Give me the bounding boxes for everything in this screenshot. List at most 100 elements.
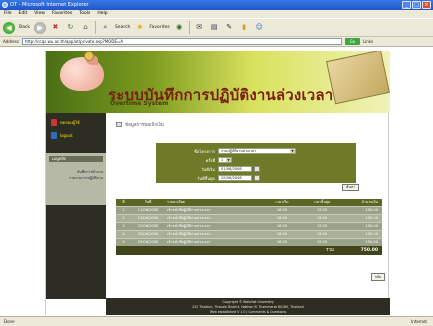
logout-icon <box>51 132 57 139</box>
col-date: วันที่ <box>144 200 152 204</box>
site-banner: ระบบบันทึกการปฏิบัติงานล่วงเวลา Overtime… <box>46 51 390 113</box>
main-menu-header: เมนูหลัก <box>49 156 103 162</box>
cell-detail: เจ้าหน้าที่ปฏิบัติงานล่วงเวลา <box>167 232 211 236</box>
col-amount: จำนวนเงิน <box>361 200 379 204</box>
back-button[interactable]: กลับ <box>371 273 385 281</box>
overtime-table: ที่ วันที่ รายละเอียด เวลาเริ่ม เวลาสิ้น… <box>116 199 382 255</box>
favorites-label[interactable]: Favorites <box>149 25 169 30</box>
cell-no: 2 <box>122 216 125 220</box>
links-label[interactable]: Links <box>363 39 373 44</box>
table-total-row: รวม 750.00 <box>116 246 382 255</box>
logout-label[interactable]: logout <box>60 133 73 138</box>
close-button[interactable]: × <box>422 1 431 9</box>
start-date-row: วันที่เริ่ม 01/06/2008 <box>158 165 354 173</box>
address-input[interactable]: http://ccqs.wu.ac.th/app/ot/private.asp?… <box>21 38 342 45</box>
document-icon <box>116 122 122 127</box>
favorites-star-icon[interactable]: ★ <box>134 22 145 33</box>
refresh-icon[interactable]: ↻ <box>65 22 76 33</box>
media-icon[interactable]: ◉ <box>174 22 185 33</box>
main-menu: เมนูหลัก บันทึกการทำงาน รายงานการปฏิบัติ… <box>46 153 106 205</box>
folder-icon[interactable]: ▮ <box>239 22 250 33</box>
user-icon <box>51 119 57 126</box>
table-header: ที่ วันที่ รายละเอียด เวลาเริ่ม เวลาสิ้น… <box>116 199 382 206</box>
cell-detail: เจ้าหน้าที่ปฏิบัติงานล่วงเวลา <box>167 208 211 212</box>
footer-links[interactable]: Web established V 1.0 | Comments & Quest… <box>106 310 390 315</box>
cell-amount: 150.00 <box>365 208 378 212</box>
start-date-label: วันที่เริ่ม <box>201 166 215 172</box>
chevron-down-icon[interactable]: ▼ <box>226 158 231 162</box>
menu-edit[interactable]: Edit <box>19 10 28 18</box>
cell-start: 16.00 <box>276 216 288 220</box>
messenger-icon[interactable]: ☺ <box>254 22 265 33</box>
mail-icon[interactable]: ✉ <box>194 22 205 33</box>
window-title: OT - Microsoft Internet Explorer <box>10 2 89 8</box>
table-row: 4 25/06/2008 เจ้าหน้าที่ปฏิบัติงานล่วงเว… <box>116 230 382 238</box>
calendar-icon[interactable] <box>254 166 260 172</box>
cell-detail: เจ้าหน้าที่ปฏิบัติงานล่วงเวลา <box>167 224 211 228</box>
go-button[interactable]: Go <box>344 38 360 45</box>
maximize-button[interactable]: □ <box>412 1 421 9</box>
round-row: ครั้งที่ 1 ▼ <box>158 156 354 164</box>
col-detail: รายละเอียด <box>167 200 186 204</box>
cell-amount: 150.00 <box>365 232 378 236</box>
project-label: ชื่อโครงการ <box>194 148 215 154</box>
round-label: ครั้งที่ <box>205 157 215 163</box>
menu-tools[interactable]: Tools <box>79 10 90 18</box>
window-titlebar: OT - Microsoft Internet Explorer _ □ × <box>0 0 433 10</box>
cell-date: 11/06/2008 <box>137 208 159 212</box>
project-value: งานปฏิบัติงานล่วงเวลา <box>221 149 257 153</box>
cell-end: 19.00 <box>316 208 328 212</box>
search-button[interactable]: ค้นหา <box>342 184 359 191</box>
cell-end: 19.00 <box>316 216 328 220</box>
end-date-label: วันที่สิ้นสุด <box>197 175 215 181</box>
cell-amount: 150.00 <box>365 240 378 244</box>
menu-file[interactable]: File <box>4 10 12 18</box>
cell-date: 22/06/2008 <box>137 224 159 228</box>
cell-no: 1 <box>122 208 125 212</box>
end-date-input[interactable]: 29/06/2008 <box>218 175 252 181</box>
forward-arrow-icon[interactable]: ▶ <box>33 21 46 34</box>
page-heading: ข้อมูลการขอเบิกเงิน <box>116 121 164 128</box>
browser-toolbar: ◀ Back ▶ ✖ ↻ ⌂ ⌕ Search ★ Favorites ◉ ✉ … <box>0 18 433 37</box>
cell-no: 4 <box>122 232 125 236</box>
menu-favorites[interactable]: Favorites <box>52 10 72 18</box>
toolbar-separator <box>188 21 190 34</box>
start-date-input[interactable]: 01/06/2008 <box>218 166 252 172</box>
end-date-row: วันที่สิ้นสุด 29/06/2008 <box>158 174 354 182</box>
stop-icon[interactable]: ✖ <box>50 22 61 33</box>
round-select[interactable]: 1 ▼ <box>218 157 232 163</box>
coin-image <box>84 51 94 61</box>
web-page: ระบบบันทึกการปฏิบัติงานล่วงเวลา Overtime… <box>45 51 390 315</box>
round-value: 1 <box>221 158 224 162</box>
print-icon[interactable]: ▤ <box>209 22 220 33</box>
address-label: Address <box>3 39 19 44</box>
project-select[interactable]: งานปฏิบัติงานล่วงเวลา ▼ <box>218 148 296 154</box>
calendar-icon[interactable] <box>254 175 260 181</box>
left-sidebar: ทดสอบผู้ใช้ logout เมนูหลัก บันทึกการทำง… <box>46 113 106 299</box>
cell-end: 19.00 <box>316 232 328 236</box>
search-label[interactable]: Search <box>115 25 130 30</box>
search-icon[interactable]: ⌕ <box>100 22 111 33</box>
page-heading-text: ข้อมูลการขอเบิกเงิน <box>125 123 164 128</box>
logout-link[interactable]: logout <box>51 132 73 139</box>
home-icon[interactable]: ⌂ <box>80 22 91 33</box>
cell-no: 3 <box>122 224 125 228</box>
cell-no: 5 <box>122 240 125 244</box>
table-row: 5 29/06/2008 เจ้าหน้าที่ปฏิบัติงานล่วงเว… <box>116 238 382 246</box>
user-profile-link[interactable]: ทดสอบผู้ใช้ <box>51 119 80 126</box>
menu-bar: File Edit View Favorites Tools Help <box>0 10 433 18</box>
cell-date: 15/06/2008 <box>137 216 159 220</box>
cell-detail: เจ้าหน้าที่ปฏิบัติงานล่วงเวลา <box>167 216 211 220</box>
back-arrow-icon[interactable]: ◀ <box>3 21 15 34</box>
user-name[interactable]: ทดสอบผู้ใช้ <box>60 119 80 126</box>
window-controls: _ □ × <box>402 1 431 9</box>
cell-amount: 150.00 <box>365 224 378 228</box>
total-value: 750.00 <box>360 248 378 253</box>
menu-item-report[interactable]: รายงานการปฏิบัติงาน <box>69 175 103 181</box>
back-label[interactable]: Back <box>19 25 30 30</box>
minimize-button[interactable]: _ <box>402 1 411 9</box>
chevron-down-icon[interactable]: ▼ <box>290 149 295 153</box>
menu-help[interactable]: Help <box>97 10 107 18</box>
edit-icon[interactable]: ✎ <box>224 22 235 33</box>
menu-view[interactable]: View <box>34 10 45 18</box>
